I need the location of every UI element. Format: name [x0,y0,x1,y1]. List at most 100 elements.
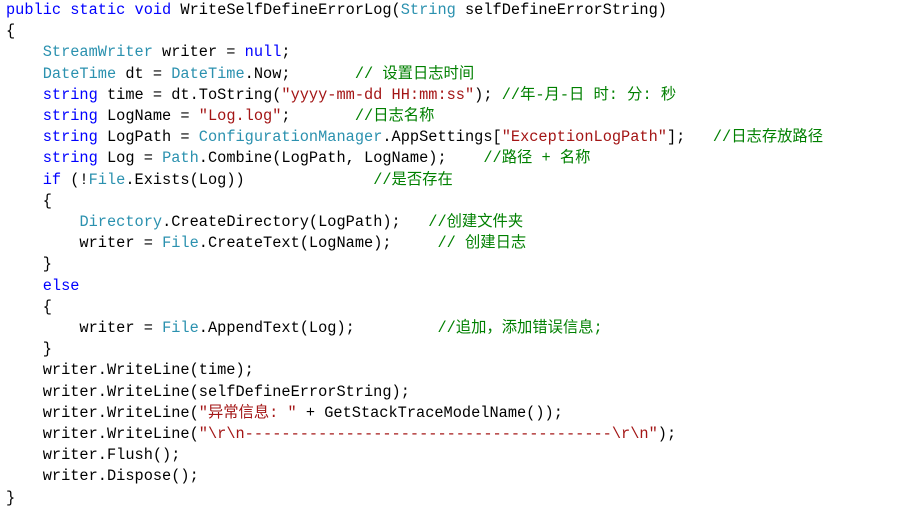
code-line[interactable]: writer.Dispose(); [6,466,199,487]
type-token: DateTime [171,64,245,83]
code-token: .AppSettings[ [382,128,502,147]
code-line[interactable]: } [6,339,52,360]
code-token: writer.WriteLine( [6,425,199,443]
code-line[interactable]: string LogPath = ConfigurationManager.Ap… [6,127,823,148]
code-line[interactable]: { [6,191,52,212]
code-token: .Exists(Log)) [125,170,374,189]
code-token: writer.WriteLine( [6,403,199,422]
keyword-token: null [244,43,282,62]
keyword-token: public static void [6,1,181,19]
code-line[interactable]: public static void WriteSelfDefineErrorL… [6,0,667,21]
type-token: String [400,1,456,19]
code-token: { [6,297,52,316]
comment-token: //创建文件夹 [428,213,524,231]
code-line[interactable]: if (!File.Exists(Log)) //是否存在 [6,170,453,191]
code-line[interactable]: writer.WriteLine("异常信息: " + GetStackTrac… [6,403,563,424]
code-token: writer.WriteLine(time); [6,361,254,380]
comment-token: //年-月-日 时: 分: 秒 [501,85,677,104]
code-token: ; [281,43,291,62]
code-line[interactable]: writer = File.CreateText(LogName); // 创建… [6,233,526,254]
code-token: writer = [152,43,245,62]
code-line[interactable]: else [6,276,80,297]
code-token: ); [474,85,502,104]
keyword-token: string [42,107,98,125]
code-token: .CreateDirectory(LogPath); [162,213,429,231]
keyword-token: string [42,128,98,147]
string-token: "异常信息: " [198,403,297,422]
comment-token: //追加，添加错误信息; [437,319,603,337]
code-token: { [6,191,52,210]
string-token: "ExceptionLogPath" [501,128,667,147]
code-line[interactable]: { [6,21,15,42]
type-token: File [88,170,126,189]
type-token: Path [162,149,199,168]
code-token: writer = [6,319,163,337]
code-token: .Combine(LogPath, LogName); [198,149,484,168]
code-line[interactable]: StreamWriter writer = null; [6,42,291,63]
comment-token: // 创建日志 [437,234,527,253]
keyword-token: if [42,170,62,189]
code-token: + GetStackTraceModelName()); [296,403,563,422]
code-token: LogPath = [97,128,199,147]
code-token: dt = [116,64,172,83]
comment-token: // 设置日志时间 [354,64,475,83]
code-token: { [6,22,16,41]
code-line[interactable]: } [6,488,15,509]
code-line[interactable]: writer.Flush(); [6,445,181,466]
code-token: LogName = [97,107,199,125]
type-token: File [162,319,199,337]
code-token: time = dt.ToString( [97,85,282,104]
comment-token: //是否存在 [373,170,453,189]
comment-token: //日志存放路径 [712,128,824,147]
code-line[interactable]: Directory.CreateDirectory(LogPath); //创建… [6,212,523,233]
type-token: Directory [79,213,163,231]
code-line[interactable]: { [6,297,52,318]
code-token: writer = [6,234,163,253]
code-token: } [6,340,52,359]
code-line[interactable]: string Log = Path.Combine(LogPath, LogNa… [6,148,591,169]
code-line[interactable]: writer = File.AppendText(Log); //追加，添加错误… [6,318,603,339]
code-token: (! [61,170,89,189]
code-token: .Now; [244,64,355,83]
code-token: writer.WriteLine(selfDefineErrorString); [6,382,410,401]
code-token: WriteSelfDefineErrorLog( [180,1,401,19]
type-token: ConfigurationManager [198,128,383,147]
string-token: "\r\n-----------------------------------… [198,425,658,443]
code-line[interactable]: writer.WriteLine(time); [6,360,254,381]
type-token: StreamWriter [42,43,153,62]
code-token: .CreateText(LogName); [198,234,438,253]
keyword-token: else [42,276,80,295]
code-token: } [6,255,52,274]
keyword-token: string [42,85,98,104]
code-token: writer.Flush(); [6,446,181,465]
code-line[interactable]: string LogName = "Log.log"; //日志名称 [6,106,435,127]
type-token: File [162,234,199,253]
code-token: ]; [666,128,713,147]
comment-token: //日志名称 [354,107,435,125]
code-line[interactable]: } [6,254,52,275]
string-token: "yyyy-mm-dd HH:mm:ss" [281,85,475,104]
code-line[interactable]: DateTime dt = DateTime.Now; // 设置日志时间 [6,64,474,85]
code-editor[interactable]: public static void WriteSelfDefineErrorL… [6,0,910,509]
string-token: "Log.log" [198,107,282,125]
code-token: ; [281,107,355,125]
code-token: selfDefineErrorString) [455,1,667,19]
keyword-token: string [42,149,98,168]
code-token: ); [657,425,677,443]
code-line[interactable]: writer.WriteLine(selfDefineErrorString); [6,382,410,403]
code-token: Log = [97,149,163,168]
code-token: writer.Dispose(); [6,467,199,486]
code-token: .AppendText(Log); [198,319,438,337]
code-token: } [6,488,16,507]
code-line[interactable]: writer.WriteLine("\r\n------------------… [6,424,676,445]
code-line[interactable]: string time = dt.ToString("yyyy-mm-dd HH… [6,85,676,106]
